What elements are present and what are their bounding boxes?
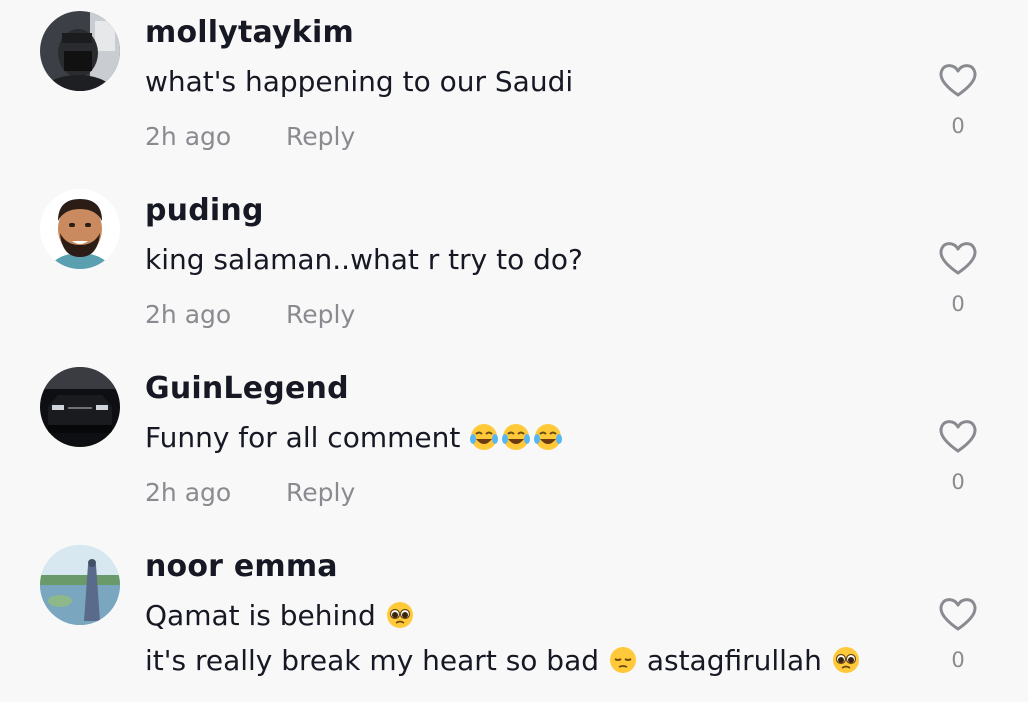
comment-text: king salaman..what r try to do? — [145, 243, 583, 276]
reply-button[interactable]: Reply — [286, 122, 355, 152]
joy-emoji-icon — [469, 422, 499, 452]
comment-meta: 2h ago Reply — [145, 478, 355, 508]
pleading-face-emoji-icon — [831, 645, 861, 675]
comment-meta: 2h ago Reply — [145, 300, 355, 330]
avatar[interactable] — [40, 189, 120, 269]
comment-text-body: Qamat is behind — [145, 599, 376, 632]
avatar[interactable] — [40, 11, 120, 91]
like-count: 0 — [951, 292, 965, 316]
comment-timestamp: 2h ago — [145, 122, 232, 151]
comment-text-body: it's really break my heart so bad — [145, 644, 600, 677]
comment-text-body: Funny for all comment — [145, 421, 461, 454]
like-button[interactable] — [936, 238, 980, 278]
like-button[interactable] — [936, 416, 980, 456]
like-count: 0 — [951, 114, 965, 138]
comment-text-body: astagfirullah — [646, 644, 822, 677]
heart-outline-icon — [939, 242, 977, 275]
comment-list: mollytaykim what's happening to our Saud… — [0, 0, 1028, 702]
comment-text: Qamat is behind — [145, 598, 415, 634]
pensive-face-emoji-icon — [608, 645, 638, 675]
heart-outline-icon — [939, 420, 977, 453]
comment-username[interactable]: GuinLegend — [145, 371, 349, 407]
reply-button[interactable]: Reply — [286, 300, 355, 330]
joy-emoji-icon — [501, 422, 531, 452]
avatar[interactable] — [40, 545, 120, 625]
like-button[interactable] — [936, 60, 980, 100]
comment-username[interactable]: mollytaykim — [145, 15, 354, 51]
heart-outline-icon — [939, 64, 977, 97]
comment-username[interactable]: noor emma — [145, 549, 338, 585]
comment-text: what's happening to our Saudi — [145, 65, 574, 98]
comment-timestamp: 2h ago — [145, 478, 232, 507]
pleading-face-emoji-icon — [385, 600, 415, 630]
reply-button[interactable]: Reply — [286, 478, 355, 508]
comment-timestamp: 2h ago — [145, 300, 232, 329]
comment-meta: 2h ago Reply — [145, 122, 355, 152]
like-count: 0 — [951, 470, 965, 494]
comment-text-line2: it's really break my heart so bad astagf… — [145, 643, 861, 679]
comment-text: Funny for all comment — [145, 420, 563, 456]
joy-emoji-icon — [533, 422, 563, 452]
avatar[interactable] — [40, 367, 120, 447]
like-button[interactable] — [936, 594, 980, 634]
heart-outline-icon — [939, 598, 977, 631]
comment-username[interactable]: puding — [145, 193, 264, 229]
like-count: 0 — [951, 648, 965, 672]
